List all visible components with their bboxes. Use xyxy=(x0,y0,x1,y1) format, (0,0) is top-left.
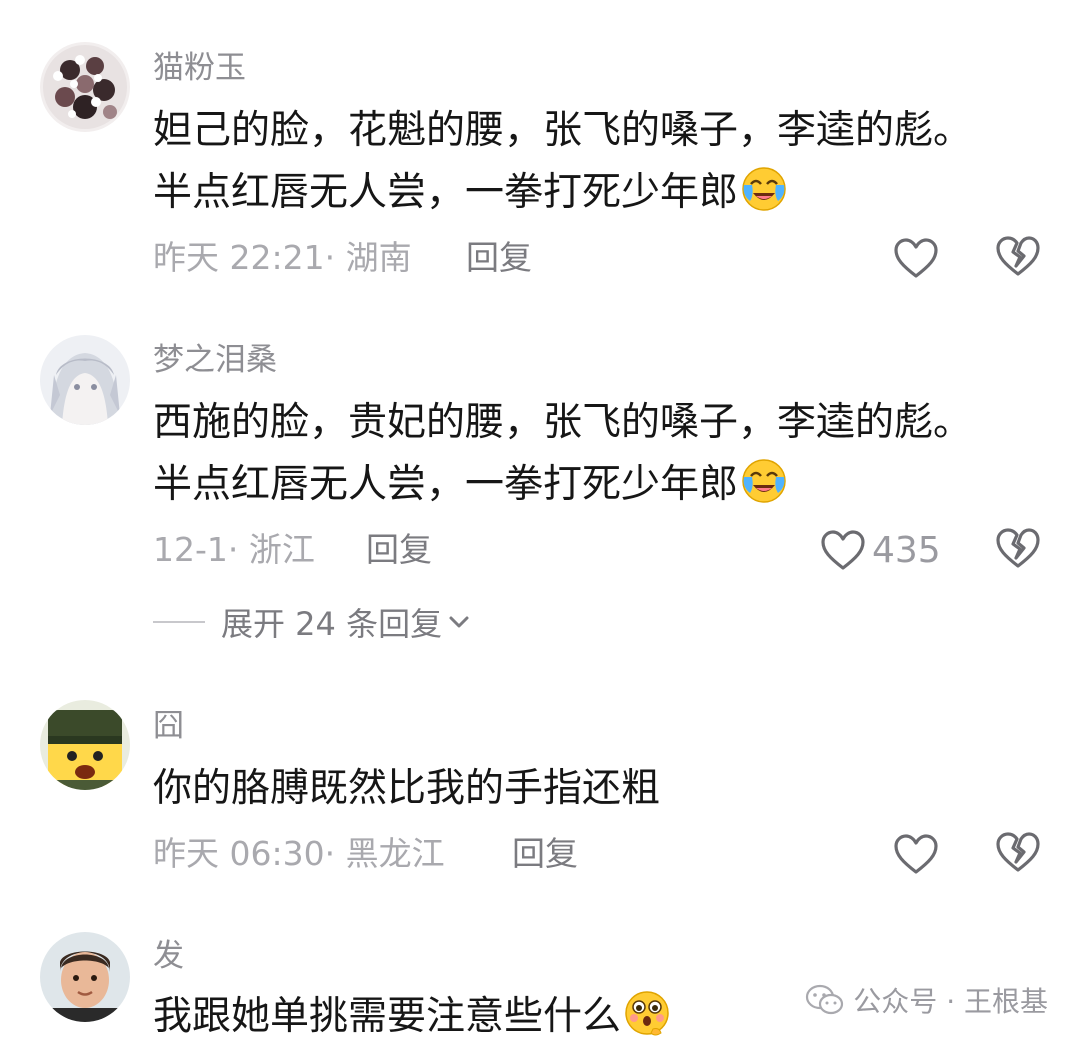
dislike-button[interactable] xyxy=(995,526,1043,574)
comment-text-line-content: 我跟她单挑需要注意些什么 xyxy=(153,994,622,1039)
reply-button[interactable]: 回复 xyxy=(512,832,578,876)
dislike-button[interactable] xyxy=(995,234,1043,282)
chevron-down-icon xyxy=(449,616,469,628)
broken-heart-icon xyxy=(996,528,1040,568)
like-count: 435 xyxy=(872,529,941,571)
comment-text-line-content: 半点红唇无人尝，一拳打死少年郎 xyxy=(153,462,739,507)
crying-laughing-emoji-icon xyxy=(742,167,786,211)
avatar-image xyxy=(40,700,130,790)
comment-text-line: 西施的脸，贵妃的腰，张飞的嗓子，李逵的彪。 xyxy=(153,400,973,445)
expand-divider xyxy=(153,621,205,623)
heart-icon xyxy=(894,834,938,874)
crying-laughing-emoji-icon xyxy=(742,459,786,503)
like-button[interactable] xyxy=(893,830,939,878)
avatar[interactable] xyxy=(40,700,130,790)
comment-text-line-content: 半点红唇无人尝，一拳打死少年郎 xyxy=(153,170,739,215)
comment-meta: 昨天 22:21· 湖南 xyxy=(153,238,412,277)
comment-item: 囧 你的胳膊既然比我的手指还粗 昨天 06:30· 黑龙江 回复 xyxy=(0,680,1080,920)
username[interactable]: 囧 xyxy=(153,706,184,746)
watermark-label: 公众号 · 王根基 xyxy=(853,985,1048,1018)
broken-heart-icon xyxy=(996,236,1040,276)
expand-replies-label: 展开 24 条回复 xyxy=(221,605,443,643)
avatar-image xyxy=(40,932,130,1022)
comment-text-line: 你的胳膊既然比我的手指还粗 xyxy=(153,766,661,811)
username[interactable]: 发 xyxy=(153,936,184,976)
like-button[interactable] xyxy=(893,234,939,282)
expand-replies-button[interactable]: 展开 24 条回复 xyxy=(153,600,470,644)
comment-item: 猫粉玉 妲己的脸，花魁的腰，张飞的嗓子，李逵的彪。 半点红唇无人尝，一拳打死少年… xyxy=(0,0,1080,300)
broken-heart-icon xyxy=(996,832,1040,872)
heart-icon xyxy=(821,530,865,570)
comment-text-line: 半点红唇无人尝，一拳打死少年郎 xyxy=(153,162,1053,224)
comment-text-line: 妲己的脸，花魁的腰，张飞的嗓子，李逵的彪。 xyxy=(153,108,973,153)
avatar-image xyxy=(40,335,130,425)
like-button[interactable]: 435 xyxy=(820,526,941,574)
username[interactable]: 梦之泪桑 xyxy=(153,340,277,380)
heart-icon xyxy=(894,238,938,278)
avatar[interactable] xyxy=(40,335,130,425)
dislike-button[interactable] xyxy=(995,830,1043,878)
thinking-flushed-emoji-icon xyxy=(625,991,669,1036)
avatar-image xyxy=(40,42,130,132)
watermark: 公众号 · 王根基 xyxy=(805,978,1048,1022)
comment-meta: 12-1· 浙江 xyxy=(153,530,315,569)
avatar[interactable] xyxy=(40,42,130,132)
reply-button[interactable]: 回复 xyxy=(366,528,432,572)
wechat-icon xyxy=(806,984,844,1015)
username[interactable]: 猫粉玉 xyxy=(153,48,246,88)
comment-text-line: 半点红唇无人尝，一拳打死少年郎 xyxy=(153,454,1053,516)
comment-text: 你的胳膊既然比我的手指还粗 xyxy=(153,758,1053,820)
reply-button[interactable]: 回复 xyxy=(466,236,532,280)
avatar[interactable] xyxy=(40,932,130,1022)
comment-text: 妲己的脸，花魁的腰，张飞的嗓子，李逵的彪。 半点红唇无人尝，一拳打死少年郎 xyxy=(153,100,1053,224)
comment-meta: 昨天 06:30· 黑龙江 xyxy=(153,834,445,873)
comment-text: 西施的脸，贵妃的腰，张飞的嗓子，李逵的彪。 半点红唇无人尝，一拳打死少年郎 xyxy=(153,392,1053,516)
